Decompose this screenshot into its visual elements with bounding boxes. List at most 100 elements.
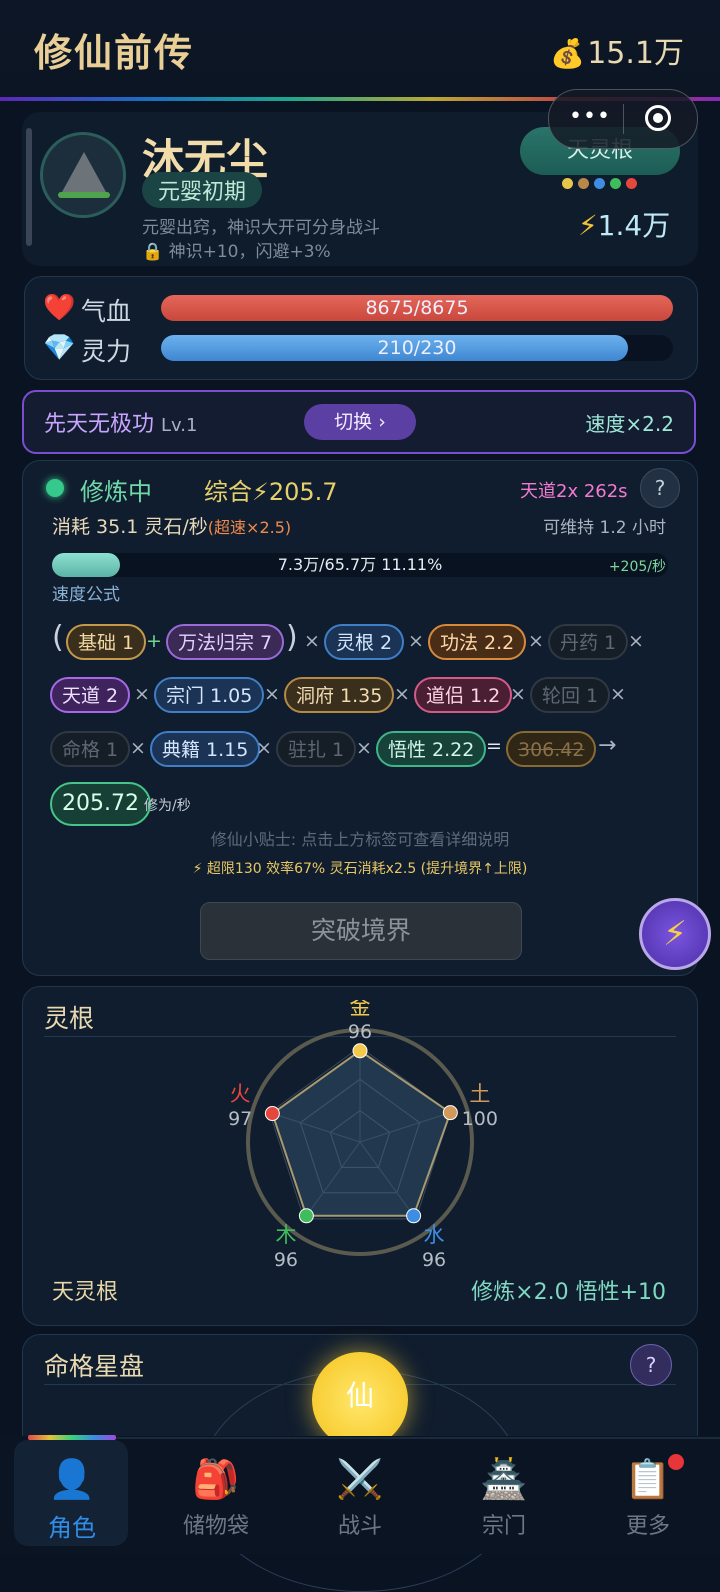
radar-point (264, 1106, 280, 1122)
realm-description: 元婴出窍，神识大开可分身战斗 (142, 218, 380, 238)
profile-accent-bar (26, 128, 32, 246)
help-button[interactable]: ? (640, 468, 680, 508)
radar-element-label: 火 (230, 1082, 251, 1106)
realm-badge: 元婴初期 (142, 172, 263, 208)
realm-bonus: 🔒 神识+10，闪避+3% (142, 237, 331, 262)
formula-times: × (408, 630, 424, 652)
avatar-grass (58, 192, 110, 198)
immortal-star[interactable]: 仙 (312, 1352, 408, 1448)
formula-times: × (356, 737, 372, 759)
tag-dianji[interactable]: 典籍 1.15 (150, 731, 261, 767)
tip-text: 修仙小贴士: 点击上方标签可查看详细说明 (210, 830, 510, 849)
realm-bonus-text: 神识+10，闪避+3% (168, 242, 331, 262)
close-target-icon[interactable] (645, 105, 671, 131)
cultivation-status: 修炼中 (80, 478, 152, 506)
spirit-root-bonus: 修炼×2.0 悟性+10 (471, 1280, 666, 1305)
formula-times: × (610, 683, 626, 705)
formula-arrow: → (598, 733, 617, 758)
tab-sect[interactable]: 🏯 宗门 (432, 1440, 576, 1550)
tag-base[interactable]: 基础 1 (66, 624, 147, 660)
tag-tiandao[interactable]: 天道 2 (50, 677, 131, 713)
formula-times: × (304, 630, 320, 652)
cultivation-total: 综合⚡205.7 (204, 478, 338, 506)
tab-battle[interactable]: ⚔️ 战斗 (288, 1440, 432, 1550)
radar-element-label: 木 (275, 1223, 296, 1247)
technique-speed: 速度×2.2 (585, 412, 674, 436)
radar-point (352, 1043, 368, 1059)
tab-role[interactable]: 👤 角色 (0, 1440, 144, 1550)
consumption-text: 消耗 35.1 灵石/秒 (52, 516, 208, 538)
tag-daolv[interactable]: 道侣 1.2 (414, 677, 513, 713)
tag-zongmen[interactable]: 宗门 1.05 (154, 677, 265, 713)
radar-value-area (271, 1049, 452, 1217)
tag-danyao[interactable]: 丹药 1 (548, 624, 629, 660)
radar-point (406, 1208, 422, 1224)
star-disk-title: 命格星盘 (44, 1352, 145, 1381)
breakthrough-button[interactable]: 突破境界 (200, 902, 522, 960)
heart-icon: ❤️ (43, 293, 76, 323)
radar-element-value: 97 (228, 1108, 252, 1130)
tab-label: 宗门 (481, 1514, 526, 1539)
radar-point (298, 1208, 314, 1224)
hp-label: 气血 (81, 297, 132, 326)
root-color-dot (610, 178, 621, 189)
tag-root[interactable]: 灵根 2 (324, 624, 405, 660)
root-color-dot (626, 178, 637, 189)
overspeed-label: (超速×2.5) (207, 518, 292, 537)
mini-program-capsule: ••• (548, 89, 698, 149)
tag-lunhui[interactable]: 轮回 1 (530, 677, 611, 713)
spirit-root-type: 天灵根 (52, 1280, 119, 1305)
formula-times: × (394, 683, 410, 705)
formula-times: × (256, 737, 272, 759)
radar-element-value: 96 (274, 1249, 298, 1271)
clipboard-icon: 📋 (624, 1457, 672, 1501)
formula-lparen: ( (52, 620, 64, 655)
formula-times: × (264, 683, 280, 705)
tag-dongfu[interactable]: 洞府 1.35 (284, 677, 395, 713)
coin-amount: 15.1万 (587, 36, 684, 71)
technique-level: Lv.1 (161, 415, 198, 436)
technique-name: 先天无极功 Lv.1 (44, 406, 197, 438)
combat-power: ⚡1.4万 (578, 204, 670, 244)
tab-label: 角色 (48, 1514, 96, 1542)
formula-times: × (134, 683, 150, 705)
coin-balance: 💰15.1万 (550, 28, 684, 72)
boost-lightning-button[interactable]: ⚡ (639, 898, 711, 970)
backpack-icon: 🎒 (192, 1457, 240, 1501)
combat-power-value: 1.4万 (597, 209, 671, 242)
tag-result[interactable]: 205.72 (50, 782, 151, 826)
mp-bar: 210/230 (161, 335, 673, 361)
hp-bar: 8675/8675 (161, 295, 673, 321)
rate-unit: 修为/秒 (144, 798, 191, 814)
radar-point (442, 1105, 458, 1121)
star-disk-help-button[interactable]: ? (630, 1344, 672, 1386)
formula-times: × (628, 630, 644, 652)
formula-times: × (130, 737, 146, 759)
tab-storage[interactable]: 🎒 储物袋 (144, 1440, 288, 1550)
technique-title: 先天无极功 (44, 412, 155, 437)
formula-times: × (510, 683, 526, 705)
switch-technique-button[interactable]: 切换 › (304, 404, 416, 440)
progress-text: 7.3万/65.7万 11.11% (277, 555, 443, 574)
root-color-dot (594, 178, 605, 189)
tag-old-total[interactable]: 306.42 (506, 731, 597, 767)
more-dots-icon[interactable]: ••• (569, 104, 611, 129)
tag-zhuzha[interactable]: 驻扎 1 (276, 731, 357, 767)
formula-plus: + (146, 630, 162, 652)
app-title: 修仙前传 (34, 31, 195, 75)
tab-more[interactable]: 📋 更多 (576, 1440, 720, 1550)
diamond-icon: 💎 (43, 333, 76, 363)
tab-label: 更多 (625, 1514, 670, 1539)
radar-element-label: 金 (350, 1000, 371, 1019)
tag-gongfa[interactable]: 功法 2.2 (428, 624, 527, 660)
formula-times: × (528, 630, 544, 652)
spirit-root-radar: 金96土100水96木96火97 (228, 1000, 498, 1271)
lock-icon: 🔒 (142, 242, 164, 262)
tag-wuxing[interactable]: 悟性 2.22 (376, 731, 487, 767)
tag-wanfa[interactable]: 万法归宗 7 (166, 624, 285, 660)
person-icon: 👤 (48, 1457, 96, 1501)
radar-element-label: 土 (469, 1082, 490, 1106)
capsule-separator (623, 104, 624, 134)
root-color-dot (562, 178, 573, 189)
tag-mingge[interactable]: 命格 1 (50, 731, 131, 767)
